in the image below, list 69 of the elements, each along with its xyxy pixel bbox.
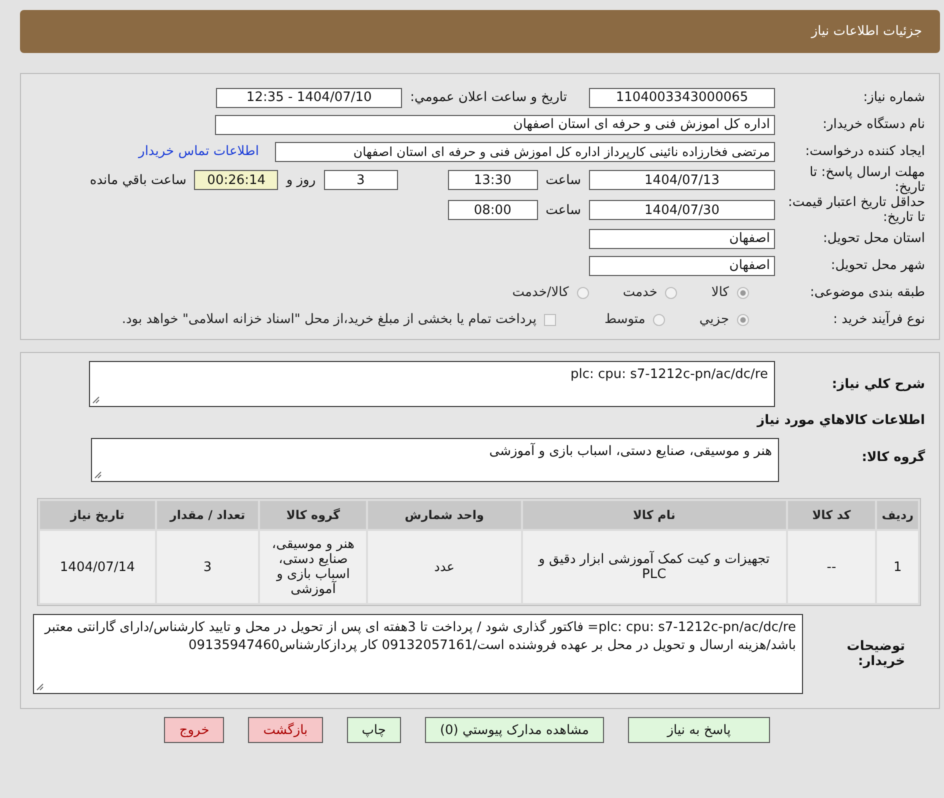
- table-cell: 1404/07/14: [40, 531, 155, 603]
- field-label: تاریخ و ساعت اعلان عمومي:: [410, 90, 567, 105]
- field-label: گروه کالا:: [860, 450, 925, 464]
- announce-date-field: 1404/07/10 - 12:35: [216, 88, 402, 108]
- requester-field: مرتضی فخارزاده نائینی کارپرداز اداره کل اموزش فنی و حرفه ای استان اصفهان: [275, 142, 775, 162]
- resize-grip-icon: [36, 683, 44, 691]
- field-label: توضیحات خریدار:: [846, 639, 906, 669]
- section-title: اطلاعات کالاهاي مورد نياز: [756, 412, 926, 430]
- field-label: ساعت باقي مانده: [90, 172, 186, 188]
- city-field: اصفهان: [589, 256, 775, 276]
- action-button[interactable]: مشاهده مدارک پیوستي (0): [424, 717, 604, 743]
- radio-button[interactable]: [576, 286, 589, 298]
- days-field: 3: [324, 170, 398, 190]
- action-button[interactable]: بازگشت: [248, 717, 323, 743]
- table-cell: عدد: [368, 531, 521, 603]
- need-number-field: 1104003343000065: [589, 88, 775, 108]
- field-label: روز و: [286, 172, 316, 188]
- checkbox-label: پرداخت تمام یا بخشی از مبلغ خرید،از محل "اسناد خزانه اسلامی" خواهد بود.: [122, 312, 536, 327]
- deadline-time-field: 13:30: [448, 170, 538, 190]
- radio-button[interactable]: [737, 314, 749, 326]
- buyer-notes-textarea[interactable]: plc: cpu: s7-1212c-pn/ac/dc/re= فاکتور گذاری شود / پرداخت تا 3هفته ای پس از تحویل در محل و تایید کارشناس/دارای گارانتی معتبر باشد/هزینه ارسال و تحویل در محل بر عهده فروشنده است/09132057161 کار پردازکارشناس09135947460: [33, 614, 803, 694]
- radio-button[interactable]: [737, 286, 749, 298]
- radio-label: کالا/خدمت: [512, 285, 569, 300]
- validity-time-field: 08:00: [448, 200, 538, 220]
- buyer-field: اداره کل اموزش فنی و حرفه ای استان اصفهان: [215, 114, 775, 134]
- page-title: جزئیات اطلاعات نیاز: [811, 24, 922, 39]
- field-label: استان محل تحویل:: [822, 231, 925, 246]
- radio-label: متوسط: [604, 312, 646, 327]
- table-cell: 3: [156, 531, 258, 603]
- checkbox[interactable]: [544, 314, 556, 326]
- action-button[interactable]: پاسخ به نیاز: [628, 717, 770, 743]
- column-header: نام کالا: [522, 501, 786, 529]
- radio-button[interactable]: [653, 314, 666, 326]
- summary-textarea[interactable]: plc: cpu: s7-1212c-pn/ac/dc/re: [89, 361, 775, 407]
- validity-date-field: 1404/07/30: [589, 200, 775, 220]
- field-label: ساعت: [546, 202, 581, 218]
- radio-label: جزيي: [699, 312, 729, 327]
- action-button[interactable]: خروج: [164, 717, 224, 743]
- column-header: واحد شمارش: [368, 501, 521, 529]
- field-label: مهلت ارسال پاسخ: تا تاریخ:: [808, 165, 925, 195]
- column-header: ردیف: [877, 501, 918, 529]
- column-header: تاریخ نیاز: [40, 501, 155, 529]
- province-field: اصفهان: [589, 228, 775, 248]
- column-header: تعداد / مقدار: [156, 501, 258, 529]
- radio-label: خدمت: [622, 285, 658, 300]
- contact-link[interactable]: اطلاعات تماس خریدار: [138, 144, 259, 159]
- field-label: شماره نیاز:: [862, 90, 925, 105]
- radio-button[interactable]: [665, 286, 678, 298]
- field-label: نوع فرآیند خرید :: [832, 312, 925, 327]
- column-header: گروه کالا: [260, 501, 366, 529]
- resize-grip-icon: [94, 471, 102, 479]
- action-button[interactable]: چاپ: [346, 717, 401, 743]
- column-header: کد کالا: [788, 501, 876, 529]
- field-label: شهر محل تحویل:: [830, 258, 925, 273]
- table-cell: تجهیزات و کیت کمک آموزشی ابزار دقیق و PLC: [522, 531, 786, 603]
- resize-grip-icon: [92, 396, 100, 404]
- remaining-time-field: 00:26:14: [194, 170, 278, 190]
- table-cell: هنر و موسیقی، صنایع دستی، اسباب بازی و آموزشی: [260, 531, 366, 603]
- goods-group-textarea[interactable]: هنر و موسیقی، صنایع دستی، اسباب بازی و آموزشی: [91, 438, 779, 482]
- field-label: شرح کلي نیاز:: [830, 376, 925, 392]
- field-label: ساعت: [546, 172, 581, 188]
- table-cell: 1: [877, 531, 918, 603]
- radio-label: کالا: [711, 285, 729, 300]
- table-cell: --: [788, 531, 876, 603]
- field-label: نام دستگاه خریدار:: [822, 117, 925, 132]
- field-label: طبقه بندی موضوعی:: [808, 285, 925, 300]
- field-label: ایجاد کننده درخواست:: [804, 144, 925, 159]
- field-label: حداقل تاریخ اعتبار قیمت: تا تاریخ:: [786, 195, 925, 225]
- deadline-date-field: 1404/07/13: [589, 170, 775, 190]
